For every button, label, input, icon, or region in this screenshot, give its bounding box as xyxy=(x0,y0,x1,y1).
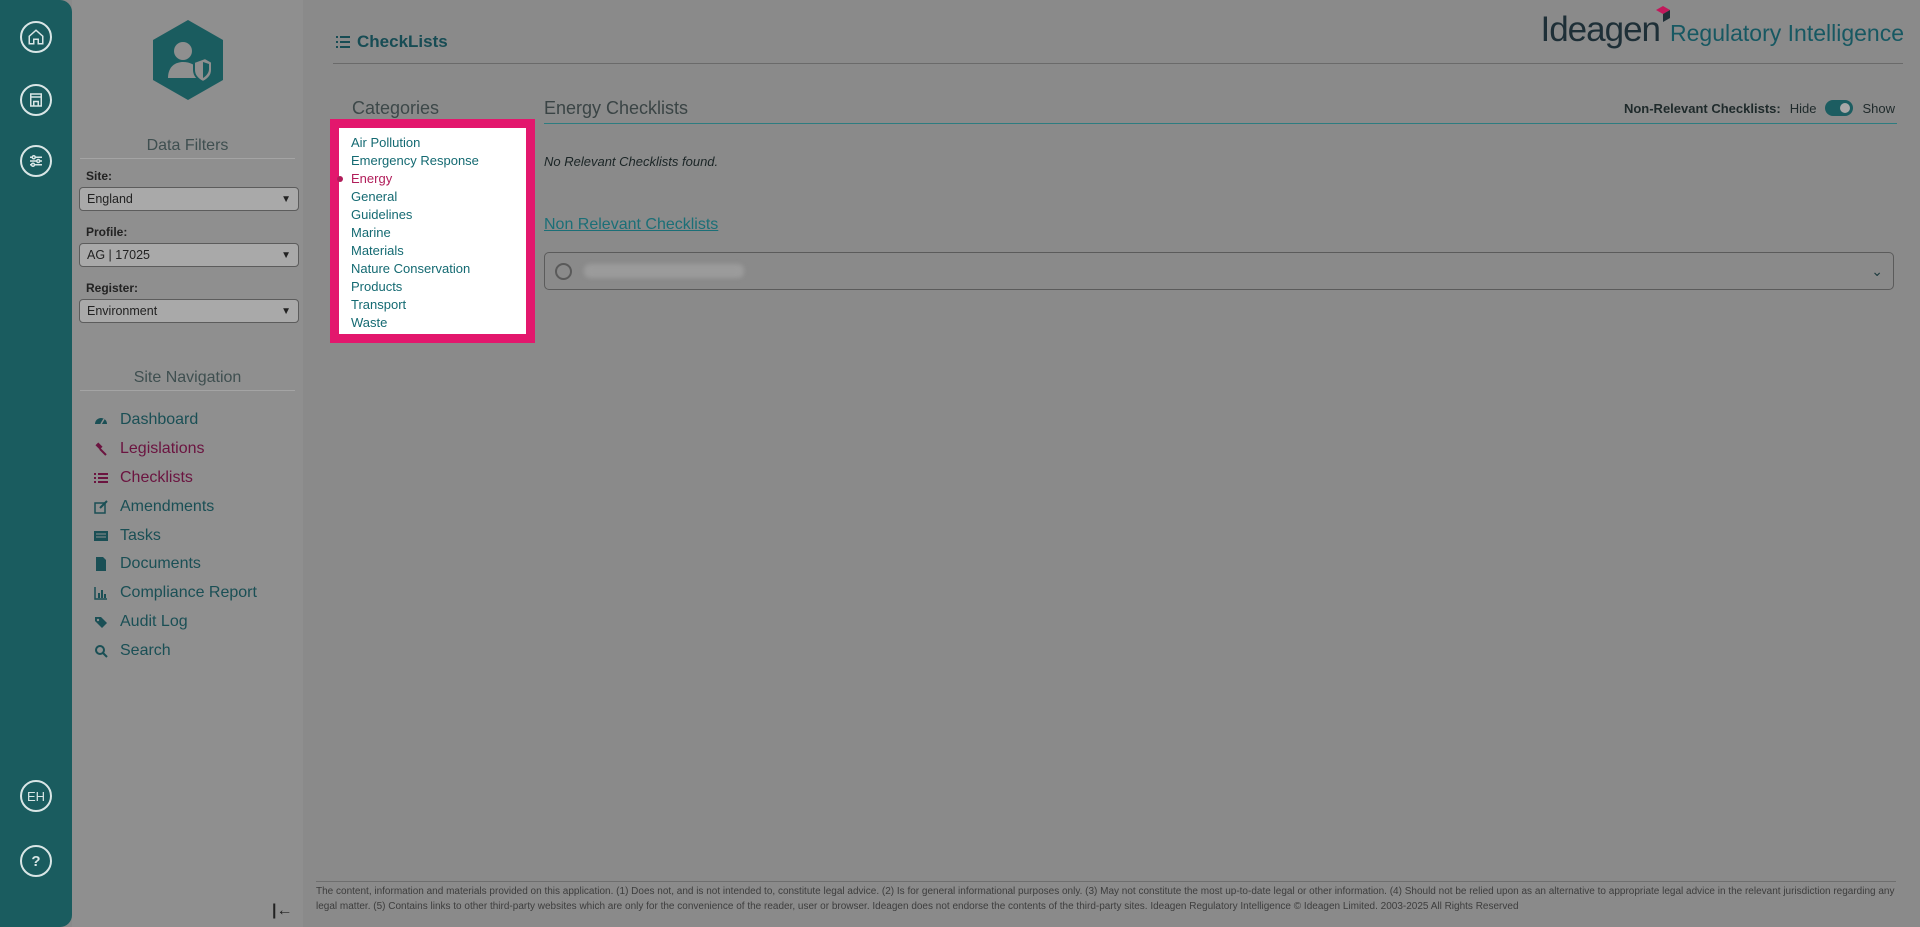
nav-label: Tasks xyxy=(120,527,161,544)
icon-rail: EH ? xyxy=(0,0,72,927)
nav-checklists[interactable]: Checklists xyxy=(94,467,193,489)
category-item[interactable]: Marine xyxy=(351,224,526,242)
site-value: England xyxy=(87,192,133,206)
site-label: Site: xyxy=(86,169,113,183)
non-relevant-toggle-group: Non-Relevant Checklists: Hide Show xyxy=(1624,100,1895,116)
non-relevant-link[interactable]: Non Relevant Checklists xyxy=(544,216,718,234)
app-logo xyxy=(150,18,226,102)
hide-label: Hide xyxy=(1789,100,1817,116)
user-avatar[interactable]: EH xyxy=(20,780,52,812)
nav-label: Checklists xyxy=(120,469,193,486)
category-item[interactable]: Products xyxy=(351,278,526,296)
page-title: CheckLists xyxy=(335,32,448,52)
brand-product: Regulatory Intelligence xyxy=(1670,20,1904,46)
brand-name: Ideagen xyxy=(1540,6,1671,50)
help-button[interactable]: ? xyxy=(20,845,52,877)
category-item[interactable]: General xyxy=(351,188,526,206)
blurred-checklist-title xyxy=(584,264,744,278)
checklist-accordion[interactable]: ⌄ xyxy=(544,252,1894,290)
sliders-icon[interactable] xyxy=(20,145,52,177)
user-initials: EH xyxy=(26,788,46,804)
list-icon xyxy=(94,471,108,485)
category-item[interactable]: Guidelines xyxy=(351,206,526,224)
bar-chart-icon xyxy=(94,586,108,600)
category-item[interactable]: Air Pollution xyxy=(351,134,526,152)
sidebar: Data Filters Site: England ▼ Profile: AG… xyxy=(72,0,303,927)
nav-label: Legislations xyxy=(120,440,205,457)
tags-icon xyxy=(94,615,108,629)
chevron-down-icon[interactable]: ⌄ xyxy=(1871,263,1883,280)
register-select[interactable]: Environment ▼ xyxy=(79,299,299,323)
profile-label: Profile: xyxy=(86,225,128,239)
non-relevant-label: Non-Relevant Checklists: xyxy=(1623,100,1781,116)
show-label: Show xyxy=(1862,100,1895,116)
nav-compliance-report[interactable]: Compliance Report xyxy=(94,582,257,604)
home-icon[interactable] xyxy=(20,21,52,53)
nav-documents[interactable]: Documents xyxy=(94,553,201,575)
categories-list: Air Pollution Emergency Response Energy … xyxy=(330,119,535,343)
chevron-down-icon: ▼ xyxy=(281,249,291,261)
non-relevant-toggle[interactable] xyxy=(1825,100,1854,116)
search-icon xyxy=(94,644,108,658)
category-item[interactable]: Transport xyxy=(351,296,526,314)
brand-mark-icon xyxy=(1656,6,1671,22)
section-divider xyxy=(544,123,1897,124)
nav-tasks[interactable]: Tasks xyxy=(94,525,161,547)
data-filters-title: Data Filters xyxy=(80,137,295,159)
nav-legislations[interactable]: Legislations xyxy=(94,438,205,460)
chevron-down-icon: ▼ xyxy=(281,193,291,205)
header-divider xyxy=(333,63,1903,64)
main-content: CheckLists Ideagen Regulatory Intelligen… xyxy=(303,0,1920,927)
category-item[interactable]: Materials xyxy=(351,242,526,260)
tasks-icon xyxy=(94,529,108,543)
help-icon: ? xyxy=(31,852,41,870)
building-icon[interactable] xyxy=(20,84,52,116)
nav-label: Documents xyxy=(120,555,201,572)
section-title: Energy Checklists xyxy=(544,98,689,118)
site-navigation-title: Site Navigation xyxy=(80,369,295,391)
categories-title: Categories xyxy=(352,98,440,118)
nav-audit-log[interactable]: Audit Log xyxy=(94,611,188,633)
footer-divider xyxy=(316,881,1896,882)
profile-select[interactable]: AG | 17025 ▼ xyxy=(79,243,299,267)
category-item[interactable]: Waste xyxy=(351,314,526,332)
dashboard-icon xyxy=(94,413,108,427)
nav-label: Compliance Report xyxy=(120,584,257,601)
site-select[interactable]: England ▼ xyxy=(79,187,299,211)
brand-logo: Ideagen Regulatory Intelligence xyxy=(1540,6,1904,50)
register-value: Environment xyxy=(87,304,158,318)
legal-footer: The content, information and materials p… xyxy=(316,886,1895,912)
collapse-sidebar-icon[interactable]: |← xyxy=(272,902,292,920)
edit-icon xyxy=(94,500,108,514)
page-title-text: CheckLists xyxy=(357,32,448,51)
nav-dashboard[interactable]: Dashboard xyxy=(94,409,198,431)
nav-search[interactable]: Search xyxy=(94,640,171,662)
nav-amendments[interactable]: Amendments xyxy=(94,496,214,518)
radio-button[interactable] xyxy=(555,262,572,280)
chevron-down-icon: ▼ xyxy=(281,305,291,317)
nav-label: Dashboard xyxy=(120,411,199,428)
nav-label: Amendments xyxy=(120,498,215,515)
category-item[interactable]: Emergency Response xyxy=(351,152,526,170)
empty-message: No Relevant Checklists found. xyxy=(544,154,719,169)
register-label: Register: xyxy=(86,281,139,295)
nav-label: Audit Log xyxy=(120,613,188,630)
category-item-selected[interactable]: Energy xyxy=(337,170,526,188)
profile-value: AG | 17025 xyxy=(87,248,151,262)
list-icon xyxy=(336,36,350,48)
gavel-icon xyxy=(94,442,108,456)
category-item[interactable]: Nature Conservation xyxy=(351,260,526,278)
nav-label: Search xyxy=(120,642,171,659)
document-icon xyxy=(94,557,108,571)
